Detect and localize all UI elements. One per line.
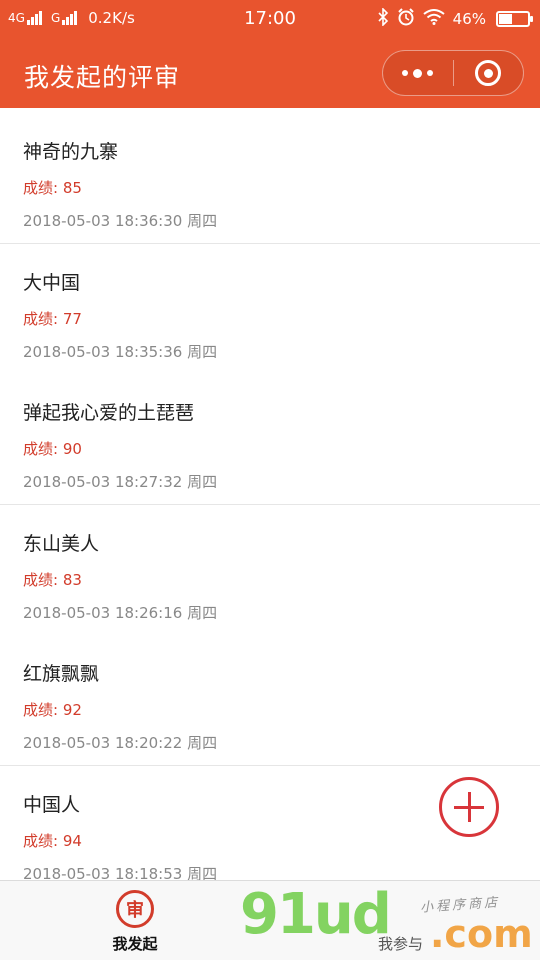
- item-time: 2018-05-03 18:26:16 周四: [23, 604, 218, 622]
- item-title: 大中国: [23, 272, 81, 294]
- alarm-icon: [397, 8, 415, 30]
- bluetooth-icon: [377, 7, 389, 30]
- item-title: 东山美人: [23, 533, 100, 555]
- add-review-button[interactable]: [439, 777, 499, 837]
- wifi-icon: [423, 9, 445, 29]
- item-time: 2018-05-03 18:36:30 周四: [23, 212, 218, 230]
- menu-capsule: [382, 50, 524, 96]
- status-bar: 4G G 0.2K/s 17:00 46%: [0, 0, 540, 38]
- item-score: 成绩: 90: [23, 440, 82, 458]
- item-score: 成绩: 77: [23, 310, 82, 328]
- item-title: 红旗飘飘: [23, 663, 100, 685]
- page-title: 我发起的评审: [24, 63, 181, 92]
- tab-participated-label: 我参与: [378, 935, 424, 953]
- item-score: 成绩: 85: [23, 179, 82, 197]
- item-title: 弹起我心爱的土琵琶: [23, 402, 195, 424]
- list-item[interactable]: 神奇的九寨 成绩: 85 2018-05-03 18:36:30 周四: [0, 113, 540, 244]
- close-miniprogram-button[interactable]: [454, 51, 524, 95]
- item-score: 成绩: 83: [23, 571, 82, 589]
- more-dots-icon: [402, 68, 434, 78]
- more-button[interactable]: [383, 51, 453, 95]
- review-list: 神奇的九寨 成绩: 85 2018-05-03 18:36:30 周四 大中国 …: [0, 108, 540, 880]
- item-time: 2018-05-03 18:27:32 周四: [23, 473, 218, 491]
- list-item[interactable]: 东山美人 成绩: 83 2018-05-03 18:26:16 周四: [0, 505, 540, 636]
- nav-bar: 我发起的评审: [0, 38, 540, 108]
- battery-percent: 46%: [452, 10, 486, 28]
- item-title: 中国人: [23, 794, 81, 816]
- item-time: 2018-05-03 18:18:53 周四: [23, 865, 218, 880]
- item-score: 成绩: 92: [23, 701, 82, 719]
- status-right: 46%: [377, 7, 533, 30]
- tab-bar: 审 我发起 我参与: [0, 880, 540, 960]
- item-time: 2018-05-03 18:35:36 周四: [23, 343, 218, 361]
- battery-fill: [499, 14, 512, 24]
- list-item[interactable]: 红旗飘飘 成绩: 92 2018-05-03 18:20:22 周四: [0, 635, 540, 766]
- target-icon: [475, 60, 502, 86]
- list-item[interactable]: 弹起我心爱的土琵琶 成绩: 90 2018-05-03 18:27:32 周四: [0, 374, 540, 505]
- item-time: 2018-05-03 18:20:22 周四: [23, 734, 218, 752]
- review-seal-icon: 审: [116, 890, 154, 928]
- list-item[interactable]: 大中国 成绩: 77 2018-05-03 18:35:36 周四: [0, 244, 540, 375]
- tab-initiated-label: 我发起: [112, 935, 158, 953]
- battery-icon: [496, 11, 533, 27]
- tab-initiated[interactable]: 审 我发起: [0, 881, 270, 960]
- item-score: 成绩: 94: [23, 832, 82, 850]
- item-title: 神奇的九寨: [23, 141, 119, 163]
